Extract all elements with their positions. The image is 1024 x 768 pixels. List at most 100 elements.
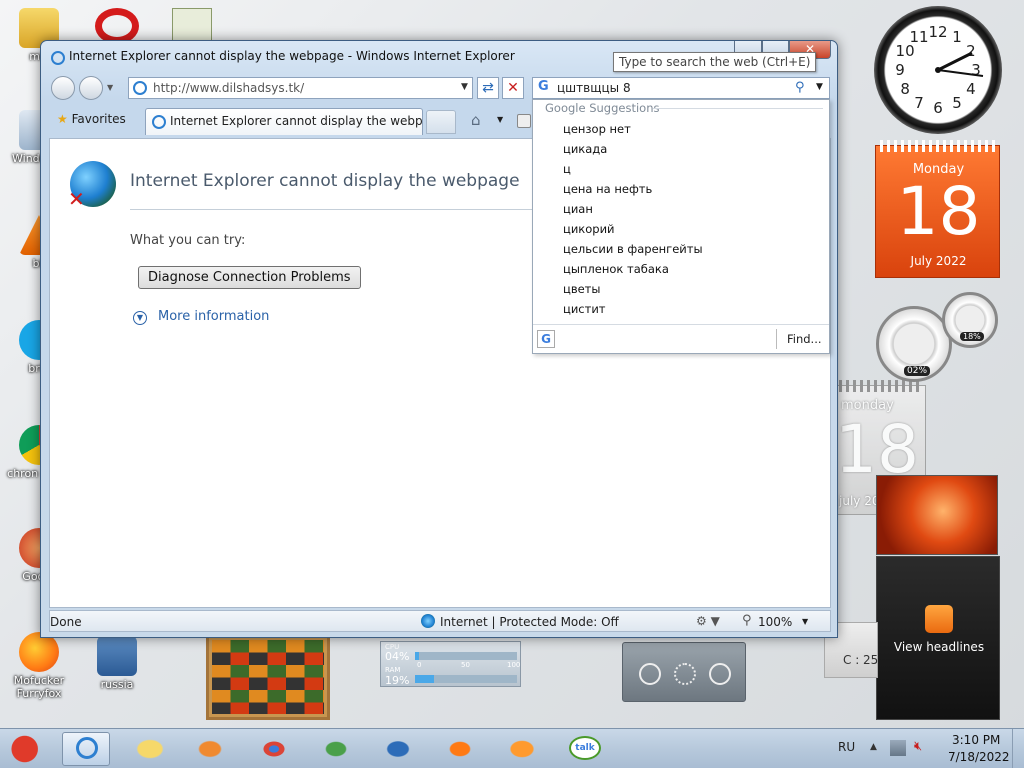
scale-0: 0	[417, 661, 422, 669]
tab-ie-icon	[152, 115, 166, 129]
firefox-icon	[19, 632, 59, 672]
find-button[interactable]: Find...	[787, 332, 822, 346]
suggestion-item[interactable]: цветы	[563, 282, 600, 296]
switch-icon[interactable]	[709, 663, 731, 685]
taskbar-task-manager[interactable]	[312, 732, 360, 766]
desktop-icon-russia[interactable]: russia	[82, 636, 152, 691]
more-info-link[interactable]: More information	[158, 309, 269, 324]
taskbar-media-player[interactable]	[186, 732, 234, 766]
diagnose-button[interactable]: Diagnose Connection Problems	[138, 266, 361, 289]
back-button[interactable]	[51, 76, 75, 100]
address-dropdown-icon[interactable]: ▼	[461, 82, 468, 92]
suggestion-item[interactable]: цена на нефть	[563, 182, 652, 196]
recent-pages-dropdown[interactable]: ▼	[107, 83, 113, 92]
suggestions-header-rule	[653, 108, 823, 109]
forward-button[interactable]	[79, 76, 103, 100]
start-button[interactable]	[4, 729, 50, 768]
search-box[interactable]: G цштвщцы 8 ⚲ ▼	[532, 77, 830, 99]
ie-page-icon	[133, 81, 147, 95]
new-tab-button[interactable]	[426, 110, 456, 134]
calendar-rings	[880, 140, 996, 152]
suggestion-item[interactable]: цикада	[563, 142, 607, 156]
headlines-link[interactable]: View headlines	[877, 640, 1001, 654]
suggestion-item[interactable]: цикорий	[563, 222, 615, 236]
heading-rule	[130, 209, 540, 210]
restart-icon[interactable]	[674, 663, 696, 685]
language-indicator[interactable]: RU	[838, 740, 855, 754]
taskbar: talk RU ▲ 🔇︎ 3:10 PM 7/18/2022	[0, 728, 1024, 768]
shutdown-icon[interactable]	[639, 663, 661, 685]
stop-button[interactable]: ✕	[502, 77, 524, 99]
google-search-icon: G	[538, 79, 549, 94]
desktop-icon-firefox[interactable]: Mofucker Furryfox	[4, 632, 74, 700]
cpu-bar	[415, 652, 517, 660]
suggestion-item[interactable]: ц	[563, 162, 571, 176]
suggestion-item[interactable]: цельсии в фаренгейты	[563, 242, 703, 256]
cpu-ram-meter: CPU 04% 0 50 100 RAM 19%	[380, 641, 521, 687]
cpu-meter-gadget[interactable]: 02% 18%	[874, 292, 1000, 382]
taskbar-chrome[interactable]	[250, 732, 298, 766]
suggestion-item[interactable]: цистит	[563, 302, 606, 316]
suggestion-item[interactable]: цензор нет	[563, 122, 631, 136]
clock-face: 12 1234567891011	[895, 23, 984, 117]
taskbar-firefox[interactable]	[498, 732, 546, 766]
refresh-button[interactable]: ⇄	[477, 77, 499, 99]
clock-number: 7	[914, 94, 924, 112]
home-dropdown[interactable]: ▼	[497, 115, 503, 124]
talk-bubble-icon: talk	[569, 736, 601, 760]
clock-time[interactable]: 3:10 PM	[952, 733, 1000, 747]
clock-number: 4	[966, 80, 976, 98]
opera-icon[interactable]	[95, 8, 139, 44]
calendar-gadget[interactable]: Monday 18 July 2022	[875, 140, 1000, 278]
clock-number: 1	[952, 28, 962, 46]
show-hidden-icons[interactable]: ▲	[870, 742, 877, 752]
search-suggestions-dropdown[interactable]: Google Suggestions цензор нет цикада ц ц…	[532, 99, 830, 354]
zoom-dropdown[interactable]: ▼	[802, 617, 808, 626]
castle-icon	[97, 636, 137, 676]
slideshow-gadget[interactable]	[876, 475, 998, 555]
address-bar[interactable]: http://www.dilshadsys.tk/ ▼	[128, 77, 473, 99]
scale-50: 50	[461, 661, 470, 669]
more-info-expand-icon[interactable]: ▼	[133, 311, 147, 325]
search-input[interactable]: цштвщцы 8	[557, 81, 631, 95]
tab-active[interactable]: Internet Explorer cannot display the web…	[145, 108, 423, 135]
taskbar-vlc[interactable]	[436, 732, 484, 766]
network-tray-icon[interactable]	[890, 740, 906, 756]
search-options-dropdown[interactable]: ▼	[816, 82, 823, 92]
favorites-button[interactable]: ★ Favorites	[51, 108, 132, 132]
cpu-gauge-value: 02%	[904, 366, 931, 376]
volume-muted-icon[interactable]: 🔇︎	[914, 739, 922, 754]
notepad-icon[interactable]	[172, 8, 212, 44]
security-zone[interactable]: Internet | Protected Mode: Off	[440, 615, 619, 629]
suggestion-item[interactable]: циан	[563, 202, 593, 216]
clock-number: 6	[933, 99, 943, 117]
taskbar-explorer[interactable]	[126, 732, 174, 766]
show-desktop-button[interactable]	[1012, 729, 1024, 768]
home-icon[interactable]: ⌂	[471, 111, 481, 129]
power-controls-gadget[interactable]	[622, 642, 746, 702]
zoom-icon[interactable]: ⚲	[742, 613, 752, 628]
suggestions-header: Google Suggestions	[545, 101, 660, 115]
picture-puzzle-gadget[interactable]	[206, 634, 330, 720]
google-provider-icon[interactable]: G	[537, 330, 555, 348]
feed-headlines-gadget[interactable]: View headlines	[876, 556, 1000, 720]
taskbar-ie-icon	[76, 737, 98, 759]
suggestion-item[interactable]: цыпленок табака	[563, 262, 669, 276]
protected-mode-icon[interactable]: ⚙ ▼	[696, 614, 720, 628]
internet-zone-icon	[421, 614, 435, 628]
feeds-icon[interactable]	[517, 114, 531, 128]
drive-label: C : 25	[843, 653, 879, 667]
clock-number: 11	[909, 28, 928, 46]
clock-gadget[interactable]: 12 1 2 3 4 5 6 7 8 9 10 11	[874, 6, 1002, 134]
taskbar-google-talk[interactable]: talk	[560, 732, 608, 766]
clock-date[interactable]: 7/18/2022	[948, 750, 1010, 764]
ie-title-icon	[51, 51, 65, 65]
address-input[interactable]: http://www.dilshadsys.tk/	[153, 81, 304, 95]
search-magnifier-icon[interactable]: ⚲	[795, 80, 805, 95]
taskbar-network[interactable]	[374, 732, 422, 766]
ram-bar-fill	[415, 675, 435, 683]
ram-bar	[415, 675, 517, 683]
calendar-date: 18	[896, 173, 981, 250]
zoom-level[interactable]: 100%	[758, 615, 792, 629]
suggestions-footer: G Find...	[533, 324, 829, 353]
